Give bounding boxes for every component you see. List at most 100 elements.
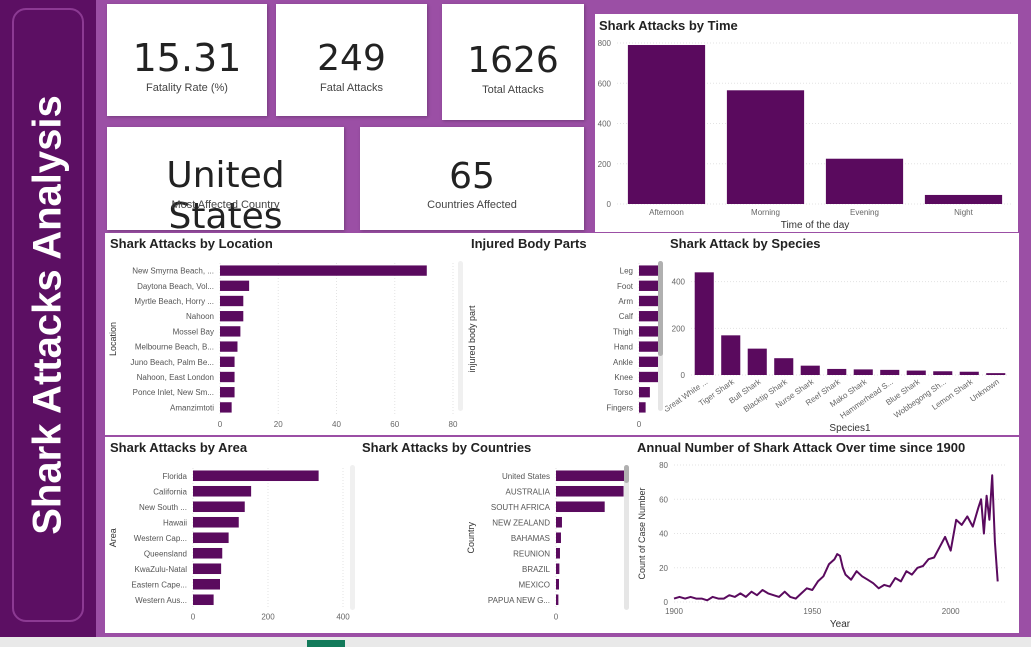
bar: [220, 402, 232, 413]
body-scrollbar-thumb[interactable]: [658, 261, 663, 356]
kpi-value: 15.31: [132, 36, 242, 80]
y-tick-label: Nahoon, East London: [137, 373, 214, 382]
kpi-label: Total Attacks: [482, 84, 544, 96]
kpi-card-countries-affected[interactable]: 65 Countries Affected: [360, 127, 584, 230]
y-tick-label: Eastern Cape...: [131, 580, 187, 589]
x-axis-label: Year: [830, 619, 851, 630]
bar: [220, 265, 427, 276]
chart-area-svg[interactable]: 0 200 400 Florida California New South ... Haw…: [105, 437, 355, 633]
y-tick-label: 0: [607, 200, 612, 209]
chart-body-svg[interactable]: 0200LegFootArmCalfThighHandAnkleKneeTors…: [465, 233, 660, 433]
bar: [726, 90, 805, 204]
bar: [556, 485, 624, 497]
bar: [853, 369, 873, 375]
kpi-label: Countries Affected: [427, 199, 517, 211]
sidebar: Shark Attacks Analysis: [0, 0, 96, 647]
x-tick-label: 1950: [803, 607, 821, 616]
chart-countries-svg[interactable]: 0500United StatesAUSTRALIASOUTH AFRICANE…: [357, 437, 629, 633]
kpi-value: 65: [449, 156, 495, 197]
body-scrollbar[interactable]: [658, 261, 663, 411]
chart-species-svg[interactable]: 4002000Great White ...Tiger SharkBull Sh…: [665, 233, 1019, 433]
y-tick-label: Western Cap...: [134, 534, 187, 543]
bar: [193, 532, 229, 544]
bar: [220, 371, 235, 383]
bar: [747, 348, 767, 375]
kpi-value: 249: [317, 38, 386, 79]
x-tick-label: 0: [637, 420, 642, 429]
y-tick-label: Thigh: [613, 327, 633, 336]
y-axis-label: Location: [108, 322, 118, 356]
x-tick-label: 0: [191, 613, 196, 622]
y-tick-label: Juno Beach, Palm Be...: [130, 358, 214, 367]
x-tick-label: 60: [390, 420, 399, 429]
bar: [639, 371, 660, 383]
kpi-card-most-affected-country[interactable]: United States Most Affected Country: [107, 127, 344, 237]
bar: [986, 373, 1006, 375]
y-tick-label: 600: [598, 79, 612, 88]
active-page-tab[interactable]: [307, 640, 345, 647]
bar: [639, 341, 660, 352]
bar: [827, 368, 847, 375]
x-tick-label: Afternoon: [649, 208, 684, 217]
y-tick-label: Florida: [163, 472, 188, 481]
kpi-label: Fatality Rate (%): [146, 82, 228, 94]
location-scrollbar[interactable]: [458, 261, 463, 411]
y-tick-label: 0: [664, 598, 669, 607]
kpi-label: Fatal Attacks: [320, 82, 383, 94]
chart-annual-svg[interactable]: 80 60 40 20 01900 1950 2000 Year Count of Case N…: [631, 437, 1019, 633]
countries-scrollbar[interactable]: [624, 465, 629, 610]
y-tick-label: 20: [659, 564, 668, 573]
bar: [906, 370, 926, 375]
y-axis-label: Country: [466, 521, 476, 553]
bar: [220, 387, 235, 398]
y-tick-label: Fingers: [606, 403, 633, 412]
y-tick-label: Western Aus...: [135, 596, 187, 605]
y-tick-label: Daytona Beach, Vol...: [137, 282, 214, 291]
y-tick-label: KwaZulu-Natal: [135, 565, 188, 574]
bar: [639, 326, 660, 337]
y-tick-label: Nahoon: [186, 312, 214, 321]
y-tick-label: 80: [659, 461, 668, 470]
bar: [924, 194, 1003, 204]
y-tick-label: New South ...: [139, 503, 187, 512]
chart-location-svg[interactable]: 0 20 40 60 80 New Smyrna Beach, ... Daytona Be…: [105, 233, 460, 433]
y-tick-label: 0: [681, 371, 686, 380]
y-tick-label: Queensland: [144, 549, 187, 558]
bar: [193, 563, 222, 575]
bar: [825, 158, 904, 204]
bar: [556, 516, 562, 528]
dashboard-title: Shark Attacks Analysis: [25, 95, 70, 535]
bar: [220, 311, 244, 322]
x-tick-label: 40: [332, 420, 341, 429]
y-tick-label: 400: [672, 278, 686, 287]
bar: [193, 470, 319, 482]
y-tick-label: Foot: [617, 282, 634, 291]
bar: [639, 356, 660, 367]
y-tick-label: MEXICO: [518, 580, 550, 589]
countries-scrollbar-thumb[interactable]: [624, 465, 629, 483]
x-tick-label: 400: [336, 613, 350, 622]
kpi-card-fatality-rate[interactable]: 15.31 Fatality Rate (%): [107, 4, 267, 116]
area-scrollbar[interactable]: [350, 465, 355, 610]
y-axis-label: injured body part: [467, 305, 477, 373]
bar: [193, 578, 220, 590]
bar: [639, 402, 646, 413]
kpi-card-total-attacks[interactable]: 1626 Total Attacks: [442, 4, 584, 120]
bar: [880, 369, 900, 375]
y-axis-label: Area: [108, 528, 118, 547]
y-tick-label: Amanzimtoti: [170, 403, 214, 412]
bar: [220, 356, 235, 367]
x-tick-label: Unknown: [968, 377, 1000, 404]
y-tick-label: New Smyrna Beach, ...: [132, 267, 214, 276]
bar: [193, 516, 239, 528]
kpi-card-fatal-attacks[interactable]: 249 Fatal Attacks: [276, 4, 427, 116]
bar: [220, 280, 250, 291]
bar: [556, 547, 560, 559]
x-tick-label: 1900: [665, 607, 683, 616]
x-tick-label: 80: [449, 420, 458, 429]
x-tick-label: 2000: [942, 607, 960, 616]
x-tick-label: Night: [954, 208, 973, 217]
x-tick-label: 200: [261, 613, 275, 622]
y-tick-label: SOUTH AFRICA: [491, 503, 551, 512]
chart-panel-time[interactable]: Shark Attacks by Time 800 600 400 200 0 After…: [595, 14, 1018, 232]
